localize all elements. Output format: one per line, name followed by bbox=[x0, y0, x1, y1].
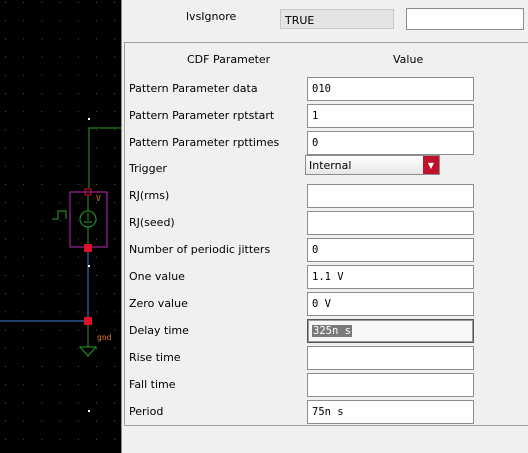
trigger-select-value: Internal bbox=[309, 159, 352, 172]
param-row-pattern-data: Pattern Parameter data 010 bbox=[125, 77, 528, 101]
one-value-field[interactable]: 1.1 V bbox=[307, 265, 474, 289]
param-row-trigger: Trigger Internal ▼ bbox=[125, 155, 528, 181]
schematic-canvas[interactable]: V gnd bbox=[0, 0, 121, 453]
param-row-periodic-jitters: Number of periodic jitters 0 bbox=[125, 238, 528, 262]
param-label: Pattern Parameter data bbox=[129, 82, 258, 95]
param-label: One value bbox=[129, 270, 185, 283]
param-row-rj-rms: RJ(rms) bbox=[125, 184, 528, 208]
ground-label: gnd bbox=[97, 333, 112, 342]
cdf-parameter-panel: CDF Parameter Value Pattern Parameter da… bbox=[124, 42, 528, 426]
param-label: Zero value bbox=[129, 297, 188, 310]
trigger-select[interactable]: Internal ▼ bbox=[305, 155, 440, 175]
lvsignore-row: lvsIgnore TRUE bbox=[122, 0, 528, 40]
rj-seed-field[interactable] bbox=[307, 211, 474, 235]
lvsignore-value: TRUE bbox=[280, 9, 394, 29]
param-row-delay-time: Delay time 325n s bbox=[125, 319, 528, 343]
header-value: Value bbox=[393, 53, 424, 66]
param-row-period: Period 75n s bbox=[125, 400, 528, 424]
fall-time-field[interactable] bbox=[307, 373, 474, 397]
source-label: V bbox=[96, 194, 101, 203]
param-label: Number of periodic jitters bbox=[129, 243, 271, 256]
pin-minus bbox=[84, 244, 92, 252]
delay-time-field[interactable]: 325n s bbox=[307, 319, 474, 343]
period-field[interactable]: 75n s bbox=[307, 400, 474, 424]
rj-rms-field[interactable] bbox=[307, 184, 474, 208]
param-label: RJ(seed) bbox=[129, 216, 175, 229]
param-row-rptstart: Pattern Parameter rptstart 1 bbox=[125, 104, 528, 128]
rise-time-field[interactable] bbox=[307, 346, 474, 370]
lvsignore-input[interactable] bbox=[406, 8, 524, 30]
param-label: Rise time bbox=[129, 351, 181, 364]
param-label: Trigger bbox=[129, 162, 167, 175]
zero-value-field[interactable]: 0 V bbox=[307, 292, 474, 316]
param-label: Fall time bbox=[129, 378, 176, 391]
param-label: Delay time bbox=[129, 324, 189, 337]
delay-time-selected-text: 325n s bbox=[312, 325, 352, 337]
periodic-jitters-field[interactable]: 0 bbox=[307, 238, 474, 262]
lvsignore-label: lvsIgnore bbox=[186, 10, 237, 23]
param-label: RJ(rms) bbox=[129, 189, 170, 202]
param-row-rise-time: Rise time bbox=[125, 346, 528, 370]
param-label: Period bbox=[129, 405, 164, 418]
schematic-drawing: V gnd bbox=[0, 0, 121, 453]
header-cdf-parameter: CDF Parameter bbox=[187, 53, 271, 66]
param-row-rpttimes: Pattern Parameter rpttimes 0 bbox=[125, 131, 528, 155]
rptstart-field[interactable]: 1 bbox=[307, 104, 474, 128]
gnd-pin bbox=[84, 317, 92, 325]
property-dialog: lvsIgnore TRUE CDF Parameter Value Patte… bbox=[121, 0, 528, 453]
rpttimes-field[interactable]: 0 bbox=[307, 131, 474, 155]
param-row-one-value: One value 1.1 V bbox=[125, 265, 528, 289]
param-label: Pattern Parameter rptstart bbox=[129, 109, 275, 122]
param-row-fall-time: Fall time bbox=[125, 373, 528, 397]
chevron-down-icon[interactable]: ▼ bbox=[423, 156, 439, 174]
pattern-data-field[interactable]: 010 bbox=[307, 77, 474, 101]
param-row-zero-value: Zero value 0 V bbox=[125, 292, 528, 316]
param-label: Pattern Parameter rpttimes bbox=[129, 136, 280, 149]
param-row-rj-seed: RJ(seed) bbox=[125, 211, 528, 235]
dialog-bottom-strip bbox=[122, 426, 528, 453]
